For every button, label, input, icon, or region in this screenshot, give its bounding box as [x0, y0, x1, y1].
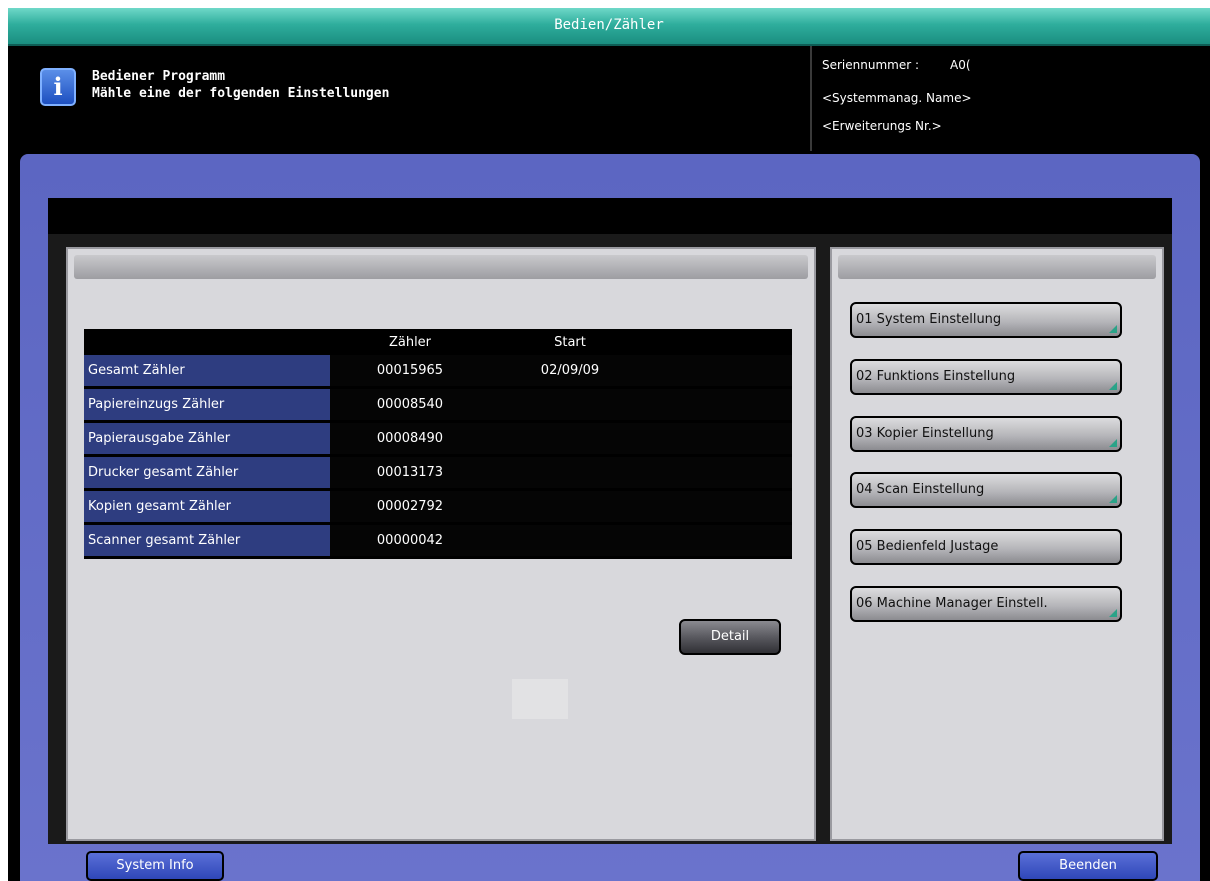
- window-title: Bedien/Zähler: [8, 8, 1210, 46]
- message-line-2: Mähle eine der folgenden Einstellungen: [92, 86, 390, 101]
- row-label: Papiereinzugs Zähler: [84, 387, 330, 423]
- blank-placeholder: [512, 679, 568, 719]
- menu-item-label: 05 Bedienfeld Justage: [856, 539, 999, 554]
- serial-redaction: [1022, 56, 1152, 74]
- message-panel: i Bediener Programm Mähle eine der folge…: [8, 46, 808, 151]
- row-value: 00013173: [330, 455, 490, 491]
- settings-panel-header: [838, 255, 1156, 279]
- row-start: [490, 387, 650, 423]
- submenu-corner-icon: [1109, 325, 1117, 333]
- message-line-1: Bediener Programm: [92, 69, 226, 84]
- menu-item-label: 04 Scan Einstellung: [856, 482, 985, 497]
- table-row: Scanner gesamt Zähler 00000042: [84, 523, 792, 559]
- exit-button[interactable]: Beenden: [1018, 851, 1158, 881]
- menu-item-label: 03 Kopier Einstellung: [856, 426, 994, 441]
- row-label: Papierausgabe Zähler: [84, 421, 330, 457]
- row-rest: [650, 387, 792, 423]
- menu-item-label: 06 Machine Manager Einstell.: [856, 596, 1048, 611]
- menu-machine-manager-button[interactable]: 06 Machine Manager Einstell.: [850, 586, 1122, 622]
- system-manager-name: <Systemmanag. Name>: [822, 91, 972, 105]
- row-label: Kopien gesamt Zähler: [84, 489, 330, 525]
- menu-scan-settings-button[interactable]: 04 Scan Einstellung: [850, 472, 1122, 508]
- extension-number: <Erweiterungs Nr.>: [822, 119, 942, 133]
- row-rest: [650, 523, 792, 559]
- row-start: 02/09/09: [490, 355, 650, 389]
- menu-system-settings-button[interactable]: 01 System Einstellung: [850, 302, 1122, 338]
- submenu-corner-icon: [1109, 439, 1117, 447]
- submenu-corner-icon: [1109, 382, 1117, 390]
- row-rest: [650, 455, 792, 491]
- menu-item-label: 02 Funktions Einstellung: [856, 369, 1016, 384]
- row-start: [490, 523, 650, 559]
- table-row: Kopien gesamt Zähler 00002792: [84, 489, 792, 525]
- menu-item-label: 01 System Einstellung: [856, 312, 1002, 327]
- row-label: Drucker gesamt Zähler: [84, 455, 330, 491]
- row-rest: [650, 489, 792, 525]
- row-value: 00002792: [330, 489, 490, 525]
- table-row: Drucker gesamt Zähler 00013173: [84, 455, 792, 491]
- row-value: 00008490: [330, 421, 490, 457]
- menu-panel-adjust-button[interactable]: 05 Bedienfeld Justage: [850, 529, 1122, 565]
- screen: Bedien/Zähler i Bediener Programm Mähle …: [8, 8, 1210, 881]
- serial-number-value: A0(: [950, 58, 971, 72]
- table-row: Gesamt Zähler 00015965 02/09/09: [84, 355, 792, 389]
- row-start: [490, 489, 650, 525]
- row-rest: [650, 355, 792, 389]
- system-info-button[interactable]: System Info: [86, 851, 224, 881]
- row-start: [490, 455, 650, 491]
- detail-button[interactable]: Detail: [679, 619, 781, 655]
- counter-panel-header: [74, 255, 808, 279]
- counter-table: Zähler Start Gesamt Zähler 00015965 02/0…: [84, 329, 792, 559]
- row-value: 00008540: [330, 387, 490, 423]
- menu-function-settings-button[interactable]: 02 Funktions Einstellung: [850, 359, 1122, 395]
- row-label: Gesamt Zähler: [84, 355, 330, 389]
- header-rest: [650, 329, 792, 355]
- settings-menu-panel: 01 System Einstellung 02 Funktions Einst…: [830, 247, 1164, 841]
- counter-panel: Zähler Start Gesamt Zähler 00015965 02/0…: [66, 247, 816, 841]
- menu-copy-settings-button[interactable]: 03 Kopier Einstellung: [850, 416, 1122, 452]
- serial-number-label: Seriennummer :: [822, 58, 920, 72]
- table-row: Papiereinzugs Zähler 00008540: [84, 387, 792, 423]
- section-header-band: [48, 198, 1172, 234]
- submenu-corner-icon: [1109, 609, 1117, 617]
- header-counter: Zähler: [388, 334, 432, 350]
- row-rest: [650, 421, 792, 457]
- row-start: [490, 421, 650, 457]
- info-icon: i: [40, 68, 76, 106]
- header-start: Start: [554, 334, 586, 350]
- main-frame: Zähler Start Gesamt Zähler 00015965 02/0…: [20, 154, 1200, 881]
- row-value: 00000042: [330, 523, 490, 559]
- header-blank: [84, 329, 330, 355]
- table-row: Papierausgabe Zähler 00008490: [84, 421, 792, 457]
- row-value: 00015965: [330, 355, 490, 389]
- row-label: Scanner gesamt Zähler: [84, 523, 330, 559]
- counter-table-header: Zähler Start: [84, 329, 792, 355]
- machine-info-panel: Seriennummer : A0( <Systemmanag. Name> <…: [810, 46, 1210, 151]
- submenu-corner-icon: [1109, 495, 1117, 503]
